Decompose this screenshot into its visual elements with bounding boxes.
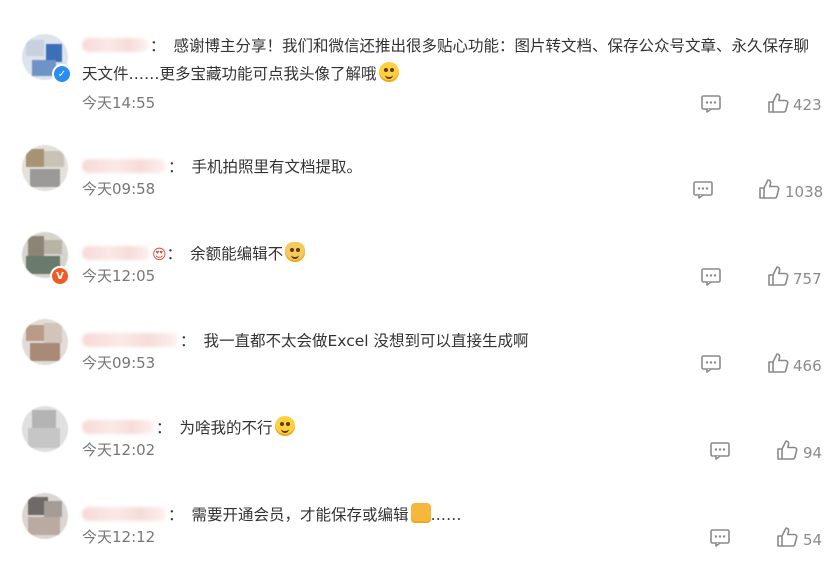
heart-eyes-emoji-icon: 😍 xyxy=(152,247,167,263)
avatar[interactable] xyxy=(22,493,68,539)
smiley-emoji-icon xyxy=(378,62,399,82)
reply-icon[interactable] xyxy=(701,268,721,286)
comment-text-suffix: …… xyxy=(430,506,462,524)
comment-time: 今天12:02 xyxy=(82,441,156,459)
comment-item: ：手机拍照里有文档提取。 今天09:58 1038 xyxy=(0,145,839,232)
like-thumb-icon[interactable] xyxy=(758,178,780,200)
username[interactable] xyxy=(82,159,166,173)
comment-text: 余额能编辑不 xyxy=(190,245,284,263)
like-count: 1038 xyxy=(785,183,824,201)
comment-text: 为啥我的不行 xyxy=(179,419,273,437)
like-count: 466 xyxy=(793,357,822,375)
reply-icon[interactable] xyxy=(693,181,713,199)
comment-time: 今天14:55 xyxy=(82,94,156,112)
comment-item: V 😍： 余额能编辑不 今天12:05 757 xyxy=(0,232,839,319)
reply-icon[interactable] xyxy=(701,95,721,113)
comment-text: 感谢博主分享！我们和微信还推出很多贴心功能：图片转文档、保存公众号文章、永久保存… xyxy=(173,37,810,55)
like-thumb-icon[interactable] xyxy=(776,439,798,461)
like-count: 54 xyxy=(803,531,823,549)
reply-icon[interactable] xyxy=(710,442,730,460)
like-thumb-icon[interactable] xyxy=(767,92,789,114)
comment-item: ✓ ：感谢博主分享！我们和微信还推出很多贴心功能：图片转文档、保存公众号文章、永… xyxy=(0,34,839,121)
comment-item: ：需要开通会员，才能保存或编辑…… 今天12:12 54 xyxy=(0,493,839,580)
like-count: 423 xyxy=(793,96,822,114)
like-thumb-icon[interactable] xyxy=(776,526,798,548)
comment-time: 今天09:58 xyxy=(82,180,156,198)
username[interactable] xyxy=(82,507,166,521)
username[interactable] xyxy=(82,38,148,52)
dog-emoji-icon xyxy=(285,242,306,262)
comment-item: ：为啥我的不行 今天12:02 94 xyxy=(0,406,839,493)
vip-badge-icon: V xyxy=(50,266,70,286)
comment-time: 今天12:12 xyxy=(82,528,156,546)
like-thumb-icon[interactable] xyxy=(767,352,789,374)
comment-time: 今天09:53 xyxy=(82,354,156,372)
username[interactable] xyxy=(82,246,150,260)
comment-item: ：我一直都不太会做Excel 没想到可以直接生成啊 今天09:53 466 xyxy=(0,319,839,406)
comment-text: 我一直都不太会做Excel 没想到可以直接生成啊 xyxy=(203,332,529,350)
comment-text: 需要开通会员，才能保存或编辑 xyxy=(191,506,409,524)
comment-time: 今天12:05 xyxy=(82,267,156,285)
avatar[interactable] xyxy=(22,319,68,365)
reply-icon[interactable] xyxy=(701,355,721,373)
like-thumb-icon[interactable] xyxy=(767,265,789,287)
username[interactable] xyxy=(82,333,178,347)
comment-text-continued: 天文件……更多宝藏功能可点我头像了解哦 xyxy=(82,65,377,83)
sweat-emoji-icon xyxy=(274,416,295,436)
reply-icon[interactable] xyxy=(710,529,730,547)
like-count: 94 xyxy=(803,444,823,462)
username[interactable] xyxy=(82,420,154,434)
comment-text: 手机拍照里有文档提取。 xyxy=(191,158,363,176)
verified-badge-icon: ✓ xyxy=(52,64,72,84)
avatar[interactable] xyxy=(22,145,68,191)
like-count: 757 xyxy=(793,270,822,288)
writing-hand-emoji-icon xyxy=(410,503,431,523)
avatar[interactable] xyxy=(22,406,68,452)
